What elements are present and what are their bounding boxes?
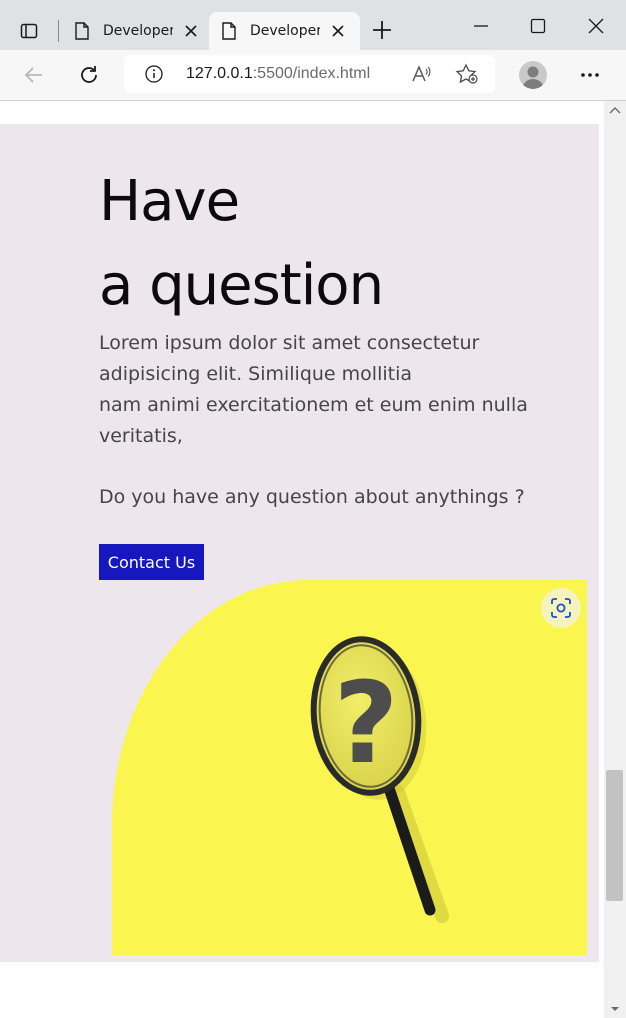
tab-actions-icon[interactable] (10, 14, 48, 48)
minimize-icon[interactable] (469, 14, 493, 38)
paragraph-line: adipisicing elit. Similique mollitia (99, 363, 412, 385)
question-mark-glyph: ? (334, 659, 399, 789)
scroll-up-icon[interactable] (609, 105, 621, 115)
maximize-icon[interactable] (526, 14, 550, 38)
paragraph-line: nam animi exercitationem et eum enim nul… (99, 394, 528, 416)
refresh-icon[interactable] (77, 63, 101, 87)
question-section: Have a question Lorem ipsum dolor sit am… (0, 124, 599, 962)
more-icon[interactable] (578, 63, 602, 87)
title-line-2: a question (99, 253, 384, 318)
visual-search-icon[interactable] (541, 588, 581, 628)
question-text: Do you have any question about anythings… (99, 486, 525, 508)
paragraph-line: veritatis, (99, 425, 183, 447)
contact-us-button[interactable]: Contact Us (99, 544, 204, 580)
title-line-1: Have (99, 169, 240, 234)
favorites-icon[interactable] (455, 63, 479, 85)
page-title: Have a question (99, 160, 384, 328)
tab-developer-1[interactable]: Developer (62, 12, 206, 50)
magnifier-image: ? (112, 580, 587, 955)
tab-divider (58, 20, 59, 42)
close-icon[interactable] (183, 23, 199, 39)
tab-title: Developer (103, 23, 173, 39)
url-text[interactable]: 127.0.0.1:5500/index.html (186, 65, 370, 83)
read-aloud-icon[interactable] (410, 63, 432, 85)
scroll-down-icon[interactable] (609, 1004, 621, 1014)
scrollbar-thumb[interactable] (606, 770, 623, 901)
window-close-icon[interactable] (584, 14, 608, 38)
tab-strip: Developer Developer (0, 0, 626, 50)
back-icon[interactable] (22, 63, 46, 87)
intro-paragraph: Lorem ipsum dolor sit amet consectetur a… (99, 328, 589, 452)
profile-icon[interactable] (519, 61, 547, 89)
tab-developer-2-active[interactable]: Developer (209, 12, 360, 50)
new-tab-icon[interactable] (370, 18, 394, 42)
tab-title: Developer (250, 23, 320, 39)
close-icon[interactable] (330, 23, 346, 39)
info-icon[interactable] (144, 64, 164, 84)
paragraph-line: Lorem ipsum dolor sit amet consectetur (99, 332, 480, 354)
address-toolbar: 127.0.0.1:5500/index.html (0, 50, 626, 101)
page-icon (222, 22, 236, 40)
address-bar[interactable]: 127.0.0.1:5500/index.html (124, 55, 495, 93)
page-icon (75, 22, 89, 40)
page-viewport: Have a question Lorem ipsum dolor sit am… (0, 101, 604, 1018)
vertical-scrollbar[interactable] (604, 101, 626, 1018)
